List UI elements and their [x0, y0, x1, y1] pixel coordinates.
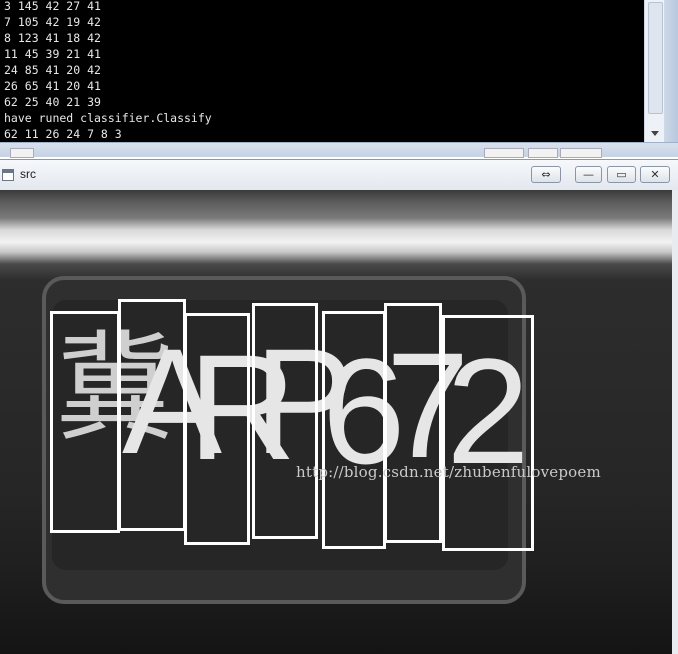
console-line: 8 123 41 18 42: [4, 31, 101, 45]
character-bounding-box: [322, 311, 386, 549]
console-frame: [664, 0, 678, 156]
watermark-text: http://blog.csdn.net/zhubenfulovepoem: [296, 463, 601, 481]
character-bounding-box: [118, 299, 186, 531]
console-line: 11 45 39 21 41: [4, 47, 101, 61]
console-scrollbar[interactable]: [644, 0, 664, 142]
console-output: 3 145 42 27 41 7 105 42 19 42 8 123 41 1…: [0, 0, 664, 142]
taskbar-item[interactable]: [10, 148, 34, 158]
title-bar[interactable]: src ⇔ — ▭ ✕: [0, 160, 678, 190]
image-canvas: 冀 A R P 6 7 2: [0, 190, 672, 654]
expand-button[interactable]: ⇔: [531, 166, 561, 183]
scroll-down-icon[interactable]: [651, 131, 659, 136]
window-title: src: [20, 167, 36, 181]
window-border: [672, 190, 678, 654]
console-line: 24 85 41 20 42: [4, 63, 101, 77]
taskbar-item[interactable]: [528, 148, 558, 158]
window-icon: [2, 169, 14, 181]
character-bounding-box: [252, 303, 318, 539]
console-line: 62 11 26 24 7 8 3: [4, 127, 122, 141]
taskbar-item[interactable]: [560, 148, 602, 158]
console-line: 7 105 42 19 42: [4, 15, 101, 29]
taskbar-item[interactable]: [484, 148, 524, 158]
character-bounding-box: [50, 311, 120, 533]
console-line: 62 25 40 21 39: [4, 95, 101, 109]
scrollbar-thumb[interactable]: [648, 2, 663, 114]
minimize-button[interactable]: —: [575, 166, 602, 183]
image-window: src ⇔ — ▭ ✕ 冀 A R P 6 7 2: [0, 159, 678, 654]
console-line: 26 65 41 20 41: [4, 79, 101, 93]
console-line: have runed classifier.Classify: [4, 111, 212, 125]
character-bounding-box: [442, 315, 534, 551]
close-button[interactable]: ✕: [640, 166, 670, 183]
console-line: 3 145 42 27 41: [4, 0, 101, 13]
character-bounding-box: [384, 303, 442, 543]
maximize-button[interactable]: ▭: [607, 166, 636, 183]
character-bounding-box: [184, 313, 250, 545]
